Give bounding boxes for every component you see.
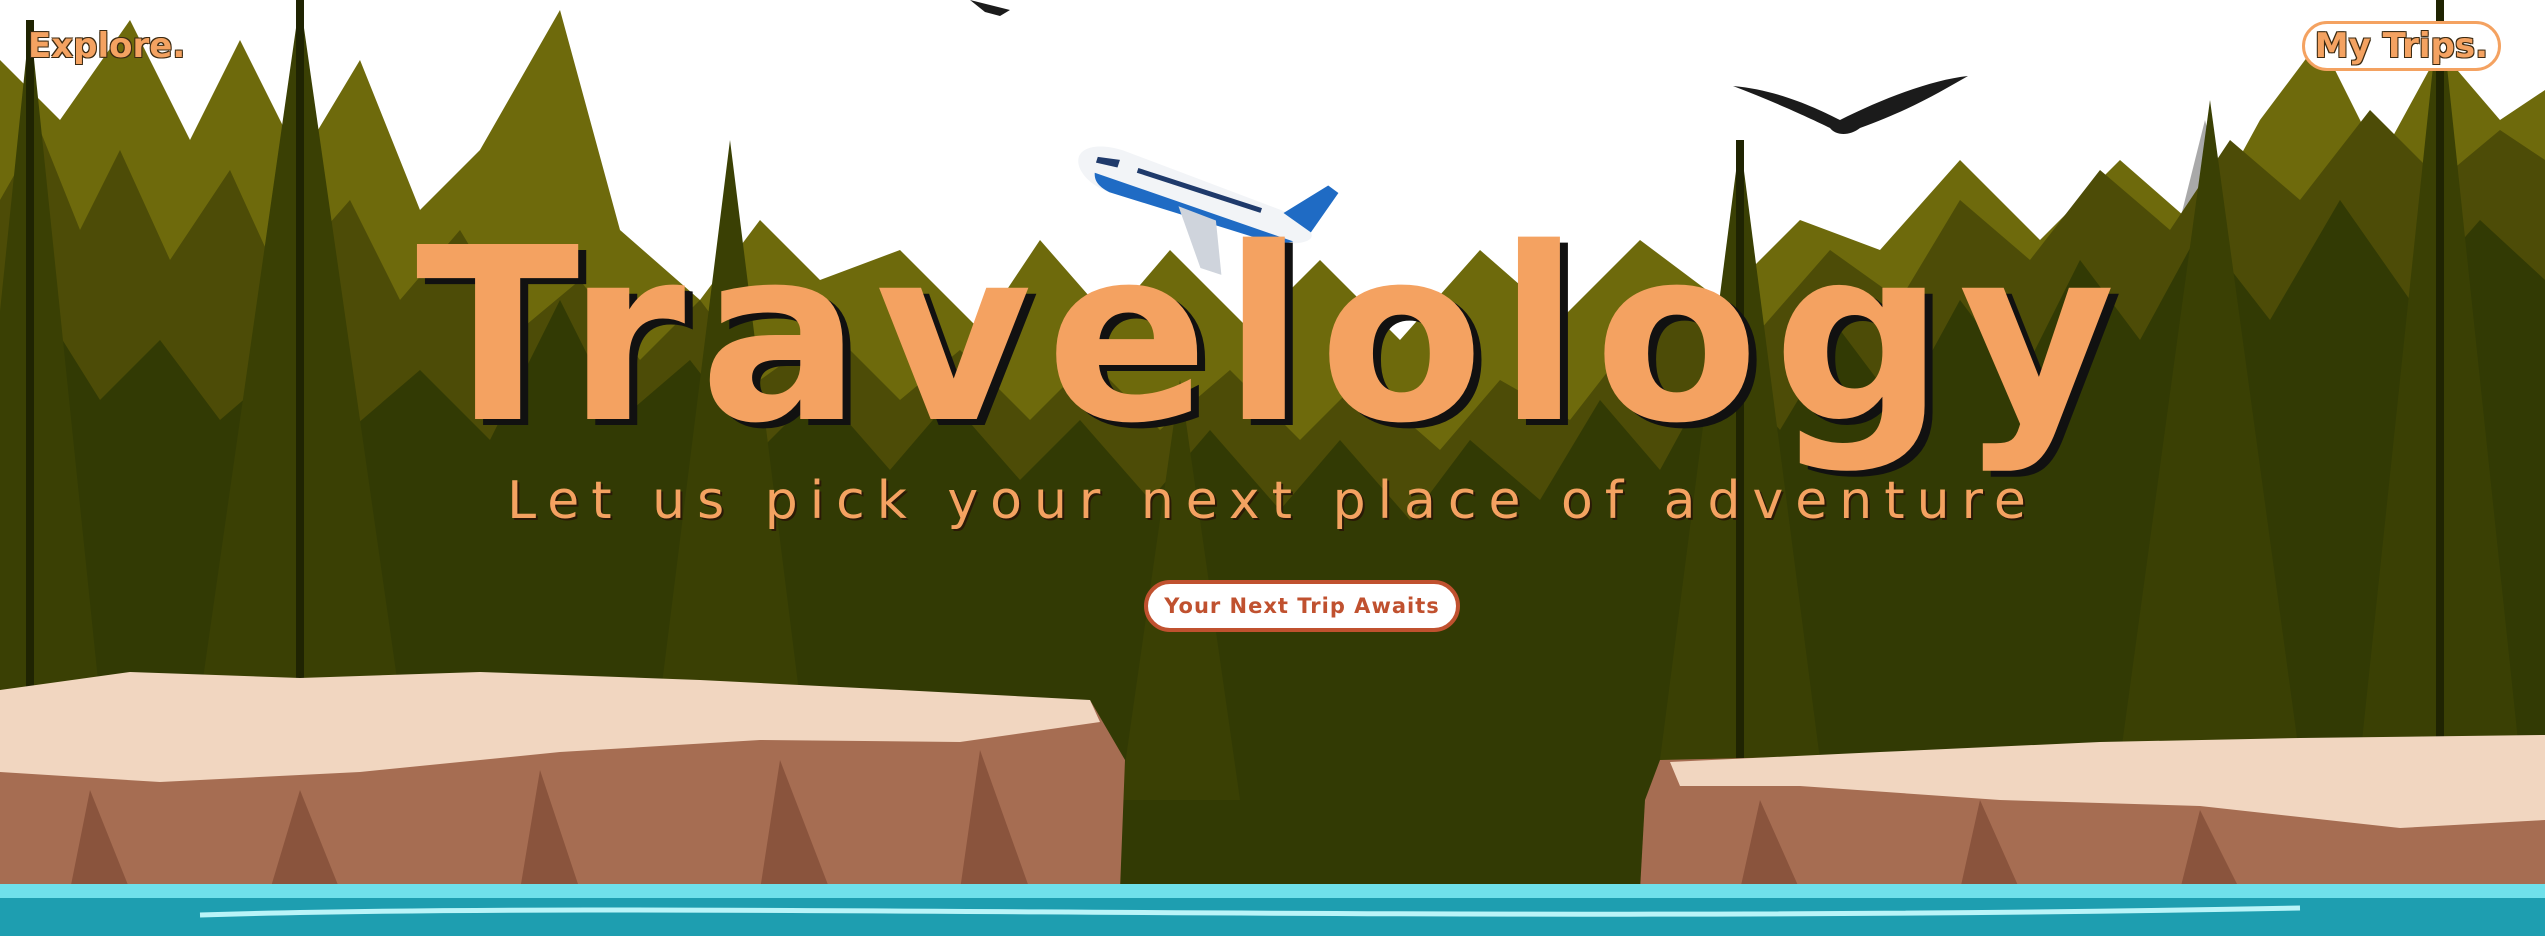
eagle-icon-top [970,0,1010,16]
brand-logo[interactable]: Explore. [28,26,185,66]
eagle-icon [1733,76,1968,134]
water [0,884,2545,936]
hero-page: Explore. My Trips. Travelology Let us pi… [0,0,2545,936]
my-trips-button[interactable]: My Trips. [2301,21,2501,71]
next-trip-button[interactable]: Your Next Trip Awaits [1144,580,1460,632]
right-cliff [1640,735,2545,890]
hero-subtitle: Let us pick your next place of adventure [507,471,2038,531]
left-cliff [0,672,1125,890]
hero-title: Travelology [415,196,2130,476]
